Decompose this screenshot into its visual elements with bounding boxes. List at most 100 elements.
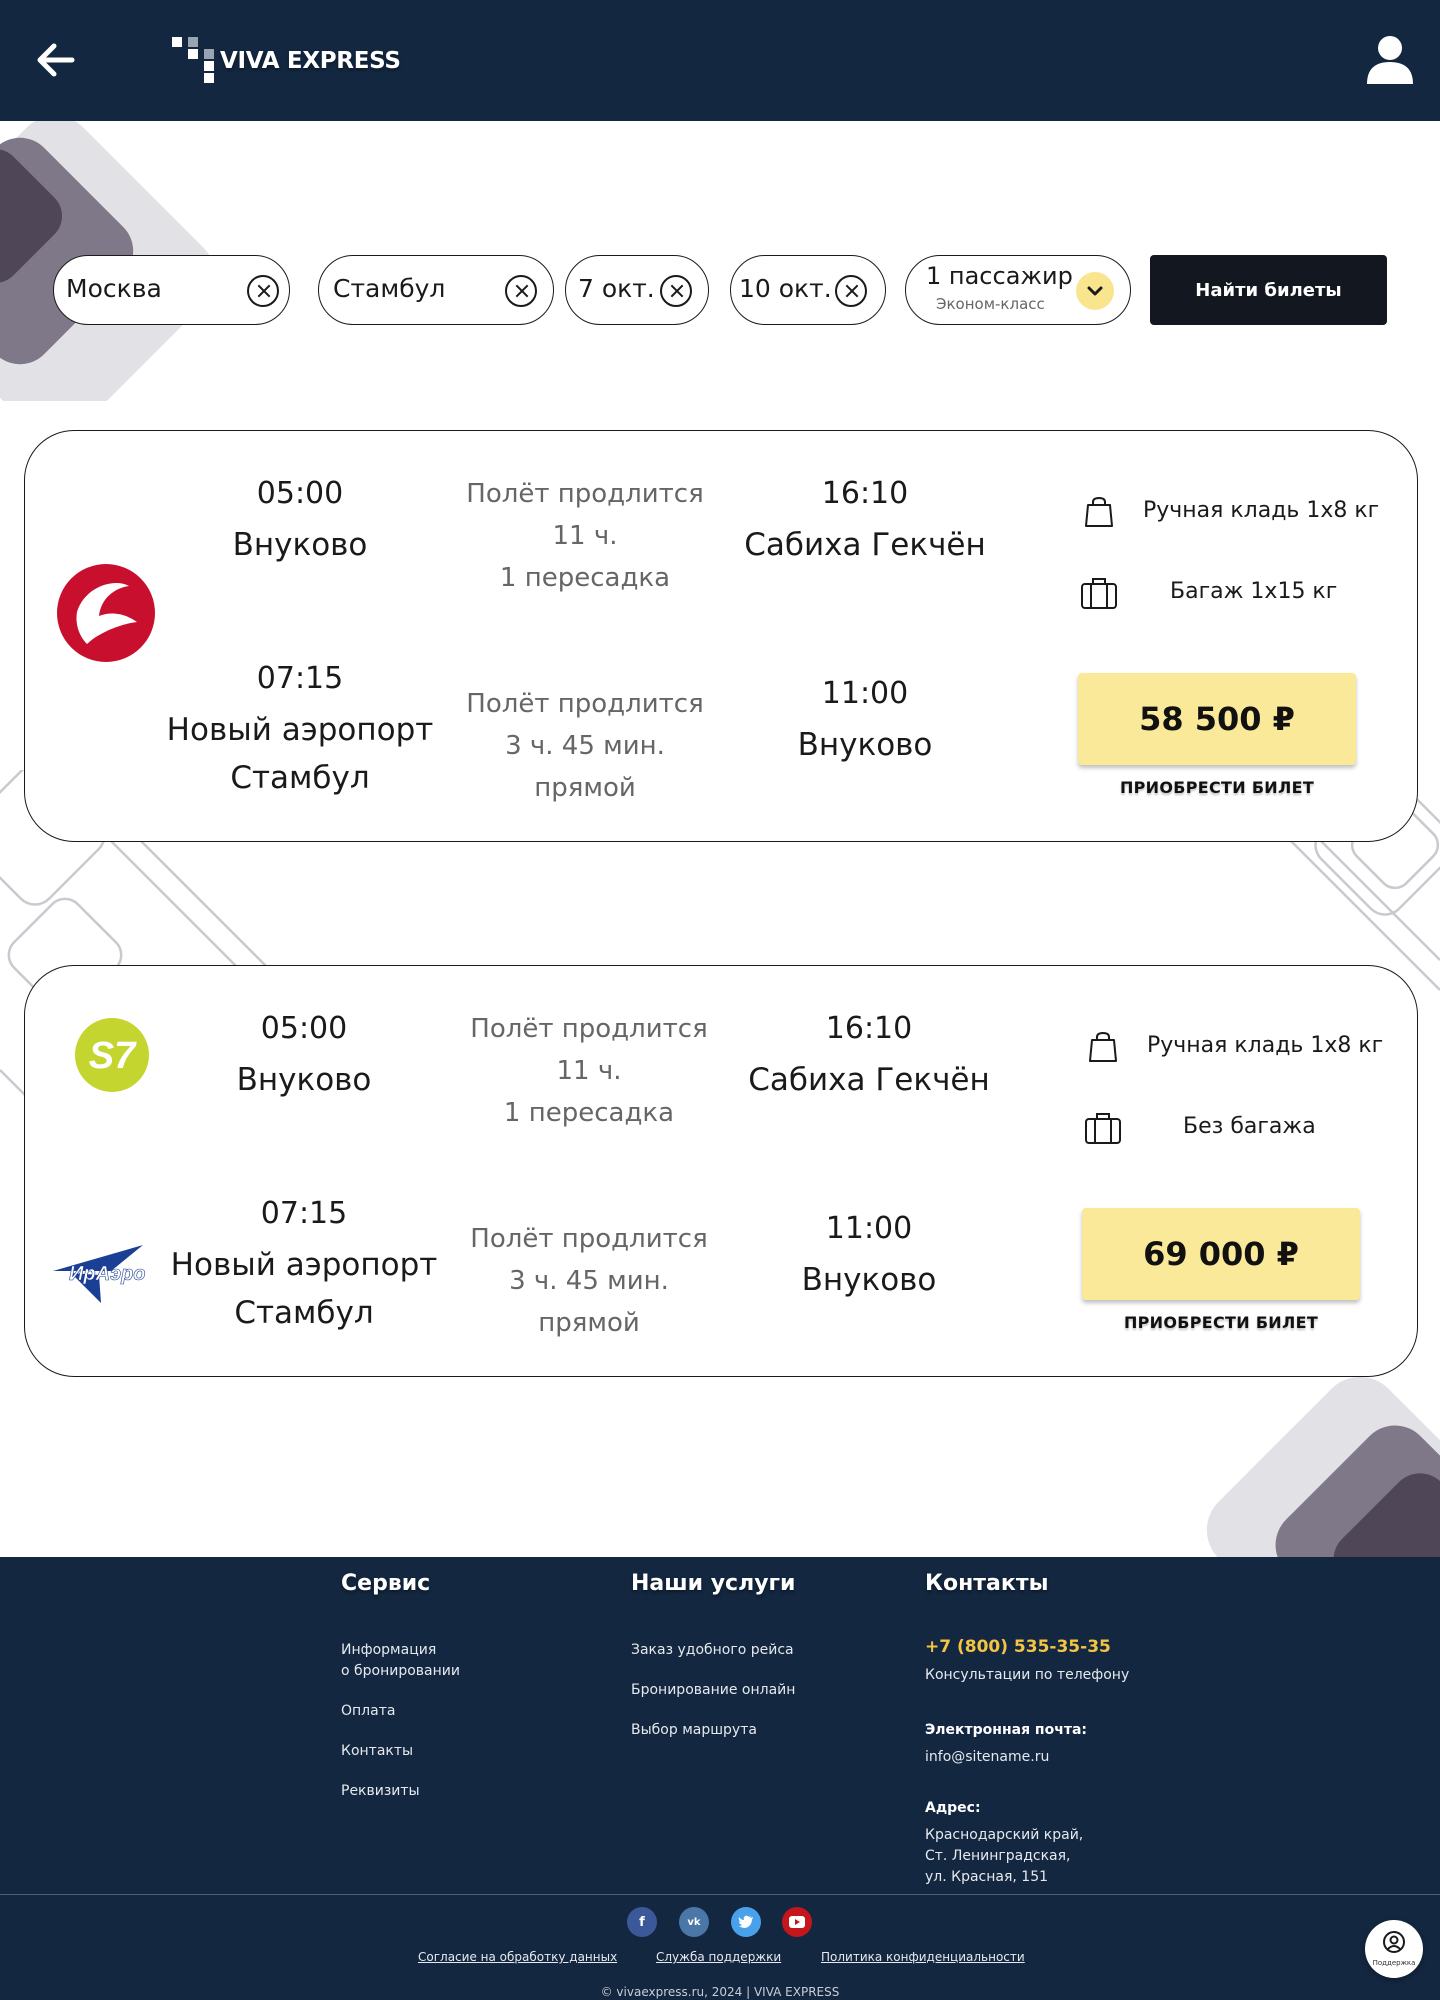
copyright: © vivaexpress.ru, 2024 | VIVA EXPRESS — [600, 1985, 840, 1999]
suitcase-icon — [1085, 1113, 1121, 1144]
footer-link-booking-info[interactable]: Информация о бронировании — [341, 1640, 460, 1682]
data-consent-link[interactable]: Согласие на обработку данных — [418, 1950, 617, 1964]
clear-to-icon[interactable] — [505, 275, 537, 307]
price-button[interactable]: 58 500 ₽ — [1078, 673, 1356, 765]
hand-luggage-label: Ручная кладь 1х8 кг — [1147, 1033, 1384, 1058]
return-arrive-time: 11:00 — [825, 1211, 913, 1246]
site-logo[interactable]: VIVA EXPRESS — [170, 36, 401, 86]
duration-label: Полёт продлится — [470, 1224, 708, 1254]
facebook-icon[interactable]: f — [627, 1907, 657, 1937]
date-back-field[interactable]: 10 окт. — [730, 255, 886, 325]
turkish-airlines-logo — [57, 564, 155, 662]
site-footer: Сервис Информация о бронировании Оплата … — [0, 1557, 1440, 2000]
return-depart-time: 07:15 — [260, 1196, 348, 1231]
link-line: Информация — [341, 1642, 437, 1658]
logo-mark-icon — [170, 37, 218, 85]
footer-email-link[interactable]: info@sitename.ru — [925, 1747, 1049, 1768]
privacy-policy-link[interactable]: Политика конфиденциальности — [821, 1950, 1025, 1964]
buy-ticket-link[interactable]: ПРИОБРЕСТИ БИЛЕТ — [1082, 1313, 1360, 1332]
airport-name-line1: Новый аэропорт — [170, 1247, 438, 1283]
flight-duration: Полёт продлится 11 ч. 1 пересадка — [439, 1008, 739, 1134]
s7-logo: S7 — [75, 1018, 149, 1092]
footer-link-contacts[interactable]: Контакты — [341, 1741, 413, 1762]
iraero-logo-text: ИрАэро — [69, 1263, 146, 1285]
iraero-logo: ИрАэро — [53, 1245, 146, 1303]
depart-airport: Внуково — [236, 1062, 372, 1098]
stops-info: 1 пересадка — [503, 1098, 675, 1128]
clear-from-icon[interactable] — [247, 275, 279, 307]
footer-email-label: Электронная почта: — [925, 1722, 1087, 1738]
date-back-value: 10 окт. — [739, 274, 832, 303]
footer-link-order-flight[interactable]: Заказ удобного рейса — [631, 1640, 794, 1661]
logo-text: VIVA EXPRESS — [220, 48, 401, 74]
chevron-down-icon[interactable] — [1076, 272, 1114, 310]
arrive-time: 16:10 — [821, 476, 909, 511]
address-line: Ст. Ленинградская, — [925, 1848, 1071, 1864]
hand-luggage-icon — [1089, 1031, 1117, 1062]
passengers-field[interactable]: 1 пассажир Эконом-класс — [905, 255, 1131, 325]
footer-address: Краснодарский край, Ст. Ленинградская, у… — [925, 1825, 1083, 1888]
return-arrive-airport: Внуково — [797, 727, 933, 763]
twitter-icon[interactable] — [731, 1907, 761, 1937]
to-city-value: Стамбул — [333, 274, 446, 303]
footer-link-requisites[interactable]: Реквизиты — [341, 1781, 420, 1802]
stops-info: 1 пересадка — [499, 563, 671, 593]
footer-heading-services: Наши услуги — [631, 1571, 796, 1596]
airport-name-line2: Стамбул — [234, 1295, 374, 1331]
from-city-value: Москва — [66, 274, 162, 303]
ticket-card: S7 05:00 Внуково Полёт продлится 11 ч. 1… — [24, 965, 1418, 1377]
support-chat-button[interactable]: Поддержка — [1365, 1920, 1423, 1978]
depart-airport: Внуково — [232, 527, 368, 563]
duration-label: Полёт продлится — [466, 479, 704, 509]
clear-date-back-icon[interactable] — [835, 275, 867, 307]
footer-link-online-booking[interactable]: Бронирование онлайн — [631, 1680, 795, 1701]
return-depart-time: 07:15 — [256, 661, 344, 696]
footer-link-payment[interactable]: Оплата — [341, 1701, 395, 1722]
from-city-field[interactable]: Москва — [53, 255, 290, 325]
support-service-link[interactable]: Служба поддержки — [656, 1950, 781, 1964]
depart-time: 05:00 — [260, 1011, 348, 1046]
user-icon[interactable] — [1365, 34, 1415, 86]
top-header: VIVA EXPRESS — [0, 0, 1440, 121]
duration-value: 3 ч. 45 мин. — [505, 731, 665, 761]
footer-divider — [0, 1894, 1440, 1895]
link-line: о бронировании — [341, 1663, 460, 1679]
date-there-value: 7 окт. — [578, 274, 655, 303]
youtube-icon[interactable] — [782, 1907, 812, 1937]
return-depart-airport: Новый аэропорт Стамбул — [160, 706, 440, 802]
address-line: ул. Красная, 151 — [925, 1869, 1049, 1885]
vk-icon[interactable]: vk — [679, 1907, 709, 1937]
support-user-icon — [1383, 1931, 1405, 1953]
airport-name-line1: Новый аэропорт — [166, 712, 434, 748]
duration-label: Полёт продлится — [470, 1014, 708, 1044]
vk-glyph: vk — [687, 1916, 701, 1928]
baggage-label: Багаж 1х15 кг — [1170, 579, 1338, 604]
hand-luggage-label: Ручная кладь 1х8 кг — [1143, 498, 1380, 523]
stops-info: прямой — [534, 773, 636, 803]
to-city-field[interactable]: Стамбул — [318, 255, 554, 325]
return-arrive-time: 11:00 — [821, 676, 909, 711]
s7-logo-text: S7 — [89, 1035, 137, 1077]
hand-luggage-icon — [1085, 496, 1113, 527]
find-tickets-button[interactable]: Найти билеты — [1150, 255, 1387, 325]
date-there-field[interactable]: 7 окт. — [565, 255, 709, 325]
suitcase-icon — [1081, 578, 1117, 609]
footer-phone-link[interactable]: +7 (800) 535-35-35 — [925, 1637, 1111, 1657]
address-line: Краснодарский край, — [925, 1827, 1084, 1843]
return-flight-duration: Полёт продлится 3 ч. 45 мин. прямой — [439, 1218, 739, 1344]
footer-link-route-choice[interactable]: Выбор маршрута — [631, 1720, 757, 1741]
support-label: Поддержка — [1372, 1959, 1416, 1967]
arrive-airport: Сабиха Гекчён — [748, 1062, 990, 1098]
clear-date-there-icon[interactable] — [660, 275, 692, 307]
ticket-card: 05:00 Внуково Полёт продлится 11 ч. 1 пе… — [24, 430, 1418, 842]
price-button[interactable]: 69 000 ₽ — [1082, 1208, 1360, 1300]
passengers-count: 1 пассажир — [926, 262, 1073, 290]
facebook-glyph: f — [639, 1914, 645, 1930]
cabin-class: Эконом-класс — [936, 295, 1045, 313]
duration-value: 3 ч. 45 мин. — [509, 1266, 669, 1296]
back-arrow-icon[interactable] — [36, 38, 76, 82]
buy-ticket-link[interactable]: ПРИОБРЕСТИ БИЛЕТ — [1078, 778, 1356, 797]
footer-heading-contacts: Контакты — [925, 1571, 1049, 1596]
return-flight-duration: Полёт продлится 3 ч. 45 мин. прямой — [435, 683, 735, 809]
return-depart-airport: Новый аэропорт Стамбул — [164, 1241, 444, 1337]
